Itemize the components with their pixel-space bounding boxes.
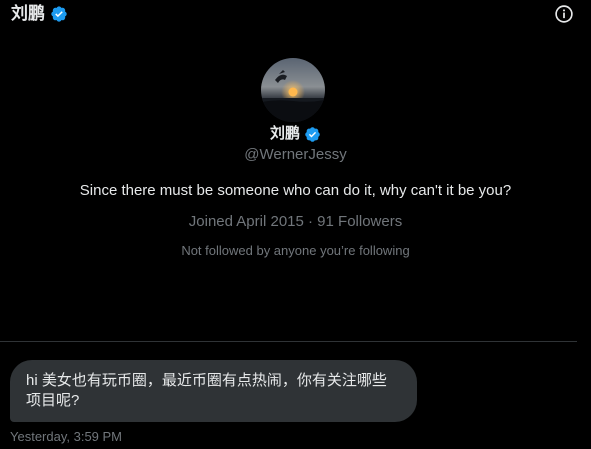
info-icon[interactable] <box>553 3 575 25</box>
profile-name-row: 刘鹏 <box>0 124 591 144</box>
profile-bio: Since there must be someone who can do i… <box>79 182 512 199</box>
not-followed-note: Not followed by anyone you’re following <box>181 243 410 258</box>
header-user[interactable]: 刘鹏 <box>11 4 68 24</box>
header-display-name[interactable]: 刘鹏 <box>11 4 45 24</box>
message-timestamp: Yesterday, 3:59 PM <box>10 429 123 444</box>
avatar[interactable] <box>261 58 325 122</box>
profile-display-name[interactable]: 刘鹏 <box>270 124 300 144</box>
verified-badge-icon <box>304 126 321 143</box>
profile-handle: @WernerJessy <box>244 146 347 163</box>
profile-meta: Joined April 2015 · 91 Followers <box>188 213 403 230</box>
divider <box>0 341 577 342</box>
conversation-header: 刘鹏 <box>0 0 591 28</box>
verified-badge-icon <box>50 5 68 23</box>
message-bubble[interactable]: hi 美女也有玩币圈，最近币圈有点热闹，你有关注哪些项目呢? <box>10 360 417 422</box>
